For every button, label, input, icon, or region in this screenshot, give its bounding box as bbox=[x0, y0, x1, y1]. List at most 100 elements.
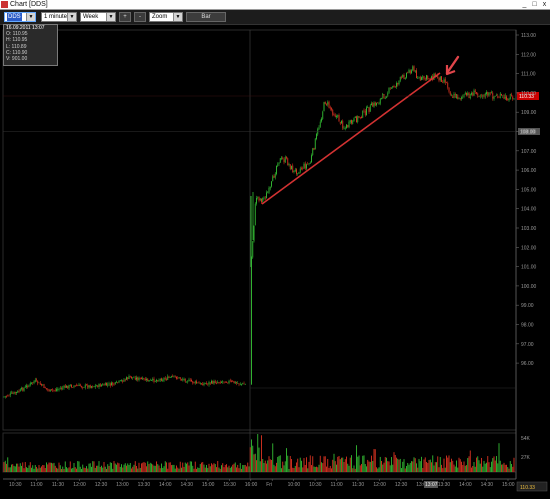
volume-bar bbox=[243, 465, 245, 472]
candle-body bbox=[407, 72, 409, 74]
volume-bar bbox=[8, 467, 10, 472]
candle-body bbox=[373, 102, 375, 107]
volume-bar bbox=[106, 468, 107, 472]
volume-bar bbox=[7, 457, 9, 472]
candle-body bbox=[207, 383, 209, 385]
volume-bar bbox=[302, 467, 304, 472]
volume-bar bbox=[352, 468, 354, 472]
volume-bar bbox=[314, 466, 316, 472]
volume-bar bbox=[282, 461, 284, 472]
volume-bar bbox=[286, 448, 287, 472]
volume-bar bbox=[343, 461, 345, 472]
volume-bar bbox=[163, 466, 165, 472]
candle-body bbox=[343, 127, 345, 129]
candle-body bbox=[362, 110, 364, 118]
volume-bar bbox=[89, 463, 91, 472]
volume-bar bbox=[297, 458, 299, 472]
volume-bar bbox=[231, 466, 232, 472]
volume-bar bbox=[452, 460, 454, 472]
volume-bar bbox=[407, 462, 409, 472]
volume-bar bbox=[299, 457, 301, 472]
price-label: 106.00 bbox=[521, 168, 537, 174]
candle-body bbox=[158, 380, 160, 382]
candle-body bbox=[197, 382, 199, 384]
price-chart[interactable]: 108.00 110.33 113.00 112.00 111.00 110.00 109… bbox=[0, 0, 550, 499]
candle-body bbox=[149, 380, 151, 381]
volume-bar bbox=[162, 467, 164, 472]
volume-bar bbox=[232, 464, 234, 472]
volume-bar bbox=[279, 455, 281, 472]
volume-bar bbox=[402, 461, 404, 472]
volume-bar bbox=[349, 457, 351, 472]
candle-body bbox=[231, 381, 232, 382]
volume-bar bbox=[492, 458, 494, 472]
volume-bar bbox=[266, 463, 267, 472]
volume-bar bbox=[47, 464, 49, 472]
candle-body bbox=[477, 93, 479, 97]
candle-body bbox=[68, 385, 70, 389]
candle-body bbox=[196, 381, 197, 384]
chart-grid bbox=[2, 29, 517, 480]
volume-bar bbox=[94, 467, 96, 472]
candle-body bbox=[499, 93, 501, 98]
volume-bar bbox=[182, 462, 184, 472]
candle-body bbox=[426, 75, 427, 80]
volume-bar bbox=[347, 463, 349, 472]
price-label: 101.00 bbox=[521, 265, 537, 271]
candle-body bbox=[422, 76, 424, 78]
candle-body bbox=[414, 70, 416, 72]
candle-body bbox=[288, 163, 290, 165]
volume-bar bbox=[113, 461, 115, 472]
candle-body bbox=[213, 381, 215, 384]
volume-bar bbox=[138, 462, 140, 472]
candle-body bbox=[319, 121, 321, 127]
volume-bar bbox=[66, 467, 67, 472]
candle-body bbox=[54, 390, 56, 391]
candle-body bbox=[308, 163, 310, 165]
volume-bar bbox=[211, 463, 212, 472]
volume-bar bbox=[161, 463, 162, 472]
candle-body bbox=[492, 92, 494, 99]
candle-body bbox=[229, 380, 231, 382]
volume-bar bbox=[61, 468, 62, 472]
candle-body bbox=[119, 380, 121, 381]
candle-body bbox=[512, 96, 514, 99]
candle-body bbox=[338, 114, 340, 122]
candle-body bbox=[122, 380, 124, 382]
candle-body bbox=[9, 393, 11, 396]
candle-body bbox=[291, 165, 292, 170]
candle-body bbox=[451, 95, 452, 96]
candle-body bbox=[221, 381, 222, 383]
candle-body bbox=[89, 385, 91, 388]
volume-bar bbox=[76, 468, 77, 472]
candle-body bbox=[282, 158, 284, 159]
time-label: 11:30 bbox=[52, 482, 64, 488]
volume-bar bbox=[401, 468, 402, 472]
volume-bar bbox=[383, 462, 385, 472]
volume-bar bbox=[42, 465, 44, 472]
volume-bar bbox=[276, 462, 277, 472]
candle-body bbox=[271, 181, 272, 187]
volume-bar bbox=[21, 465, 22, 472]
volume-bar bbox=[59, 465, 61, 472]
volume-bar bbox=[117, 462, 119, 472]
volume-bar bbox=[228, 465, 230, 472]
volume-bar bbox=[236, 467, 237, 472]
volume-bar bbox=[242, 465, 244, 472]
volume-bar bbox=[241, 468, 242, 472]
candle-body bbox=[413, 66, 415, 72]
candle-body bbox=[366, 107, 367, 116]
volume-label: 54K bbox=[521, 436, 531, 442]
candle-body bbox=[463, 94, 465, 97]
candle-body bbox=[381, 97, 382, 99]
candle-body bbox=[403, 74, 405, 79]
volume-bar bbox=[432, 455, 434, 472]
volume-bar bbox=[274, 466, 276, 472]
volume-bar bbox=[108, 465, 110, 472]
candle-body bbox=[243, 383, 245, 385]
volume-bar bbox=[284, 461, 286, 472]
volume-bar bbox=[496, 456, 497, 472]
candle-body bbox=[278, 162, 280, 164]
volume-bar bbox=[512, 466, 514, 472]
volume-bar bbox=[404, 468, 406, 472]
